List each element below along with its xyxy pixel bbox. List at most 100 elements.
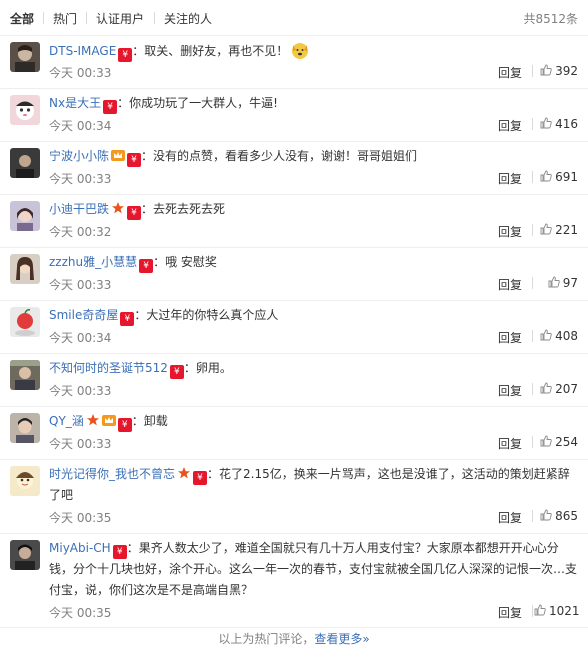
comment-item: 小迪干巴跌 ¥ ：去死去死去死 今天 00:32 回复 221 bbox=[0, 195, 588, 248]
comment-item: 时光记得你_我也不曾忘 ¥ ：花了2.15亿，换来一片骂声，这也是没谁了，这活动的策… bbox=[0, 460, 588, 534]
like-count: 865 bbox=[555, 509, 578, 523]
action-divider bbox=[532, 224, 533, 236]
avatar[interactable] bbox=[10, 254, 40, 284]
comment-time: 今天 00:34 bbox=[49, 119, 112, 133]
thumbs-up-icon bbox=[534, 604, 546, 616]
thumbs-up-icon bbox=[540, 509, 552, 521]
like-count: 392 bbox=[555, 64, 578, 78]
like-button[interactable]: 392 bbox=[534, 64, 578, 78]
avatar[interactable] bbox=[10, 307, 40, 337]
avatar[interactable] bbox=[10, 413, 40, 443]
tab-hot[interactable]: 热门 bbox=[53, 10, 77, 27]
action-divider bbox=[532, 383, 533, 395]
comment-item: DTS-IMAGE ¥ ：取关、删好友，再也不见！ 今天 00:33 回复 392 bbox=[0, 36, 588, 89]
reply-button[interactable]: 回复 bbox=[498, 64, 522, 81]
like-button[interactable]: 221 bbox=[534, 223, 578, 237]
username-link[interactable]: DTS-IMAGE bbox=[49, 44, 116, 58]
like-button[interactable]: 416 bbox=[534, 117, 578, 131]
like-button[interactable]: 408 bbox=[534, 329, 578, 343]
red-envelope-badge-icon: ¥ bbox=[193, 471, 208, 485]
username-link[interactable]: 小迪干巴跌 bbox=[49, 202, 109, 216]
thumbs-up-icon bbox=[540, 64, 552, 76]
comment-text: ：去死去死去死 bbox=[141, 202, 226, 216]
reply-button[interactable]: 回复 bbox=[498, 435, 522, 452]
username-link[interactable]: Smile奇奇屋 bbox=[49, 308, 118, 322]
like-button[interactable]: 207 bbox=[534, 382, 578, 396]
comment-item: 宁波小小陈 ¥ ：没有的点赞，看看多少人没有，谢谢！哥哥姐姐们 今天 00:33 回… bbox=[0, 142, 588, 195]
comment-text: ：你成功玩了一大群人，牛逼! bbox=[117, 96, 278, 110]
avatar[interactable] bbox=[10, 201, 40, 231]
like-button[interactable]: 865 bbox=[534, 509, 578, 523]
like-button[interactable]: 1021 bbox=[534, 604, 580, 618]
comment-time: 今天 00:33 bbox=[49, 66, 112, 80]
comment-time: 今天 00:35 bbox=[49, 606, 112, 620]
comment-item: zzzhu雅_小慧慧 ¥ ：哦 安慰奖 今天 00:33 回复 97 bbox=[0, 248, 588, 301]
username-link[interactable]: QY_涵 bbox=[49, 414, 84, 428]
reply-button[interactable]: 回复 bbox=[498, 276, 522, 293]
like-button[interactable]: 691 bbox=[534, 170, 578, 184]
like-button[interactable]: 97 bbox=[534, 276, 578, 290]
comment-body: Nx是大王 ¥ ：你成功玩了一大群人，牛逼! bbox=[49, 93, 578, 114]
like-button[interactable]: 254 bbox=[534, 435, 578, 449]
star-badge-icon bbox=[111, 201, 125, 215]
reply-button[interactable]: 回复 bbox=[498, 117, 522, 134]
action-divider bbox=[532, 436, 533, 448]
reply-button[interactable]: 回复 bbox=[498, 223, 522, 240]
avatar[interactable] bbox=[10, 42, 40, 72]
comment-body: DTS-IMAGE ¥ ：取关、删好友，再也不见！ bbox=[49, 40, 578, 62]
red-envelope-badge-icon: ¥ bbox=[120, 312, 135, 326]
comment-item: Smile奇奇屋 ¥ ：大过年的你特么真个应人 今天 00:34 回复 408 bbox=[0, 301, 588, 354]
tab-all[interactable]: 全部 bbox=[10, 10, 34, 27]
like-count: 254 bbox=[555, 435, 578, 449]
tab-verified-users[interactable]: 认证用户 bbox=[96, 10, 144, 27]
total-comment-count: 共8512条 bbox=[523, 12, 578, 26]
comment-body: zzzhu雅_小慧慧 ¥ ：哦 安慰奖 bbox=[49, 252, 578, 273]
comment-item: MiyAbi-CH ¥ ：果齐人数太少了，难道全国就只有几十万人用支付宝？大家原本都… bbox=[0, 534, 588, 628]
thumbs-up-icon bbox=[540, 435, 552, 447]
action-divider bbox=[532, 277, 533, 289]
comment-text: ：大过年的你特么真个应人 bbox=[134, 308, 279, 322]
comment-time: 今天 00:33 bbox=[49, 172, 112, 186]
reply-button[interactable]: 回复 bbox=[498, 170, 522, 187]
comment-text: ：取关、删好友，再也不见！ bbox=[132, 44, 289, 58]
username-link[interactable]: 时光记得你_我也不曾忘 bbox=[49, 467, 175, 481]
comment-text: ：卸载 bbox=[131, 414, 168, 428]
avatar[interactable] bbox=[10, 360, 40, 390]
red-envelope-badge-icon: ¥ bbox=[127, 206, 142, 220]
comment-time: 今天 00:33 bbox=[49, 384, 112, 398]
tab-divider bbox=[43, 12, 44, 24]
username-link[interactable]: MiyAbi-CH bbox=[49, 541, 111, 555]
thumbs-up-icon bbox=[548, 276, 560, 288]
star-badge-icon bbox=[86, 413, 100, 427]
username-link[interactable]: zzzhu雅_小慧慧 bbox=[49, 255, 137, 269]
comment-item: Nx是大王 ¥ ：你成功玩了一大群人，牛逼! 今天 00:34 回复 416 bbox=[0, 89, 588, 142]
username-link[interactable]: 宁波小小陈 bbox=[49, 149, 109, 163]
action-divider bbox=[532, 118, 533, 130]
red-envelope-badge-icon: ¥ bbox=[169, 365, 184, 379]
view-more-link[interactable]: 查看更多» bbox=[314, 632, 369, 646]
reply-button[interactable]: 回复 bbox=[498, 604, 522, 621]
like-count: 1021 bbox=[549, 604, 580, 618]
tab-following[interactable]: 关注的人 bbox=[164, 10, 212, 27]
avatar[interactable] bbox=[10, 466, 40, 496]
reply-button[interactable]: 回复 bbox=[498, 382, 522, 399]
comment-text: ：没有的点赞，看看多少人没有，谢谢！哥哥姐姐们 bbox=[141, 149, 418, 163]
comment-body: 不知何时的圣诞节512 ¥ ：卵用。 bbox=[49, 358, 578, 379]
like-count: 691 bbox=[555, 170, 578, 184]
avatar[interactable] bbox=[10, 540, 40, 570]
reply-button[interactable]: 回复 bbox=[498, 329, 522, 346]
star-badge-icon bbox=[177, 466, 191, 480]
comment-filter-tabs: 全部 热门 认证用户 关注的人 共8512条 bbox=[0, 0, 588, 36]
username-link[interactable]: 不知何时的圣诞节512 bbox=[49, 361, 168, 375]
action-divider bbox=[532, 65, 533, 77]
thumbs-up-icon bbox=[540, 329, 552, 341]
comment-time: 今天 00:33 bbox=[49, 437, 112, 451]
avatar[interactable] bbox=[10, 95, 40, 125]
comment-text: ：果齐人数太少了，难道全国就只有几十万人用支付宝？大家原本都想开开心心分钱，分个… bbox=[49, 541, 578, 597]
username-link[interactable]: Nx是大王 bbox=[49, 96, 101, 110]
vip-crown-icon bbox=[101, 413, 116, 427]
red-envelope-badge-icon: ¥ bbox=[112, 545, 127, 559]
reply-button[interactable]: 回复 bbox=[498, 509, 522, 526]
avatar[interactable] bbox=[10, 148, 40, 178]
red-envelope-badge-icon: ¥ bbox=[139, 259, 154, 273]
